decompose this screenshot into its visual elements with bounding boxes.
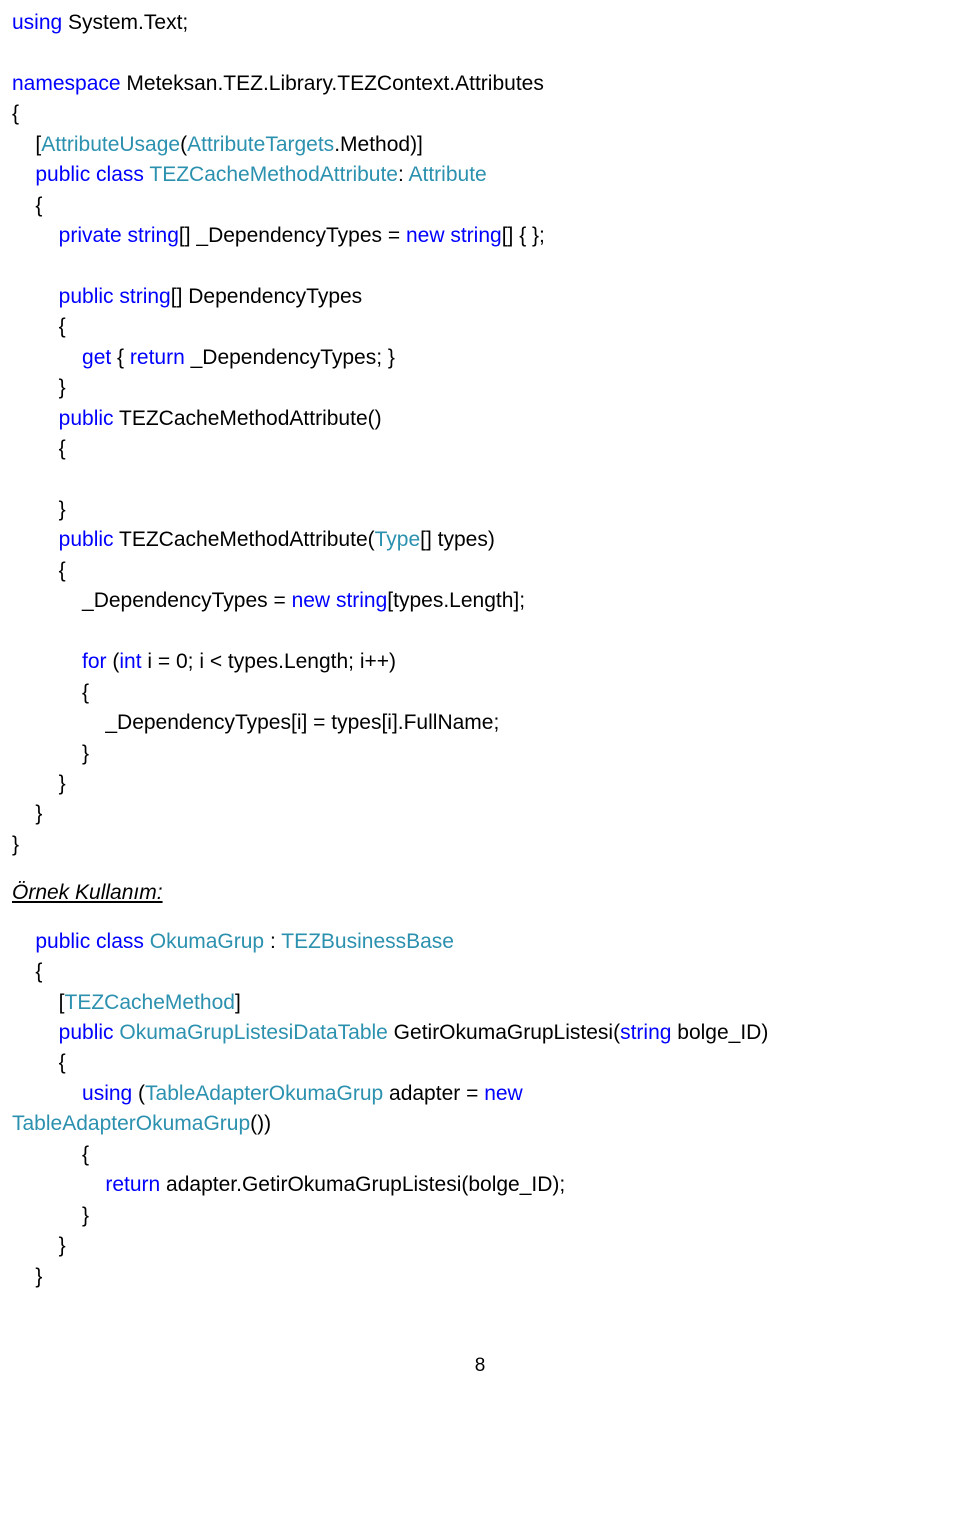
type-attributeusage: AttributeUsage	[41, 133, 180, 156]
text: :	[264, 930, 281, 953]
kw-public: public	[12, 285, 114, 308]
brace: {	[12, 960, 42, 983]
kw-public: public	[12, 528, 114, 551]
brace: }	[12, 772, 66, 795]
brace: }	[12, 1234, 66, 1257]
type-datatable: OkumaGrupListesiDataTable	[114, 1021, 388, 1044]
brace: {	[12, 102, 19, 125]
text: GetirOkumaGrupListesi(	[388, 1021, 620, 1044]
kw-string: string	[122, 224, 179, 247]
kw-return: return	[12, 1173, 160, 1196]
type-type: Type	[375, 528, 421, 551]
type-tableadapter: TableAdapterOkumaGrup	[145, 1082, 383, 1105]
code-block-example: public class OkumaGrup : TEZBusinessBase…	[12, 927, 948, 1292]
kw-public: public	[12, 163, 90, 186]
text: adapter =	[383, 1082, 484, 1105]
kw-namespace: namespace	[12, 72, 121, 95]
text: _DependencyTypes[i] = types[i].FullName;	[12, 711, 499, 734]
brace: }	[12, 498, 66, 521]
kw-public: public	[12, 1021, 114, 1044]
kw-class: class	[90, 930, 144, 953]
page: using System.Text; namespace Meteksan.TE…	[0, 0, 960, 1419]
text: [] DependencyTypes	[171, 285, 362, 308]
type-tezcachemethodattribute: TEZCacheMethodAttribute	[144, 163, 398, 186]
text: {	[111, 346, 130, 369]
brace: {	[12, 194, 42, 217]
kw-return: return	[130, 346, 185, 369]
text: [	[12, 133, 41, 156]
type-attributetargets: AttributeTargets	[187, 133, 334, 156]
kw-string: string	[114, 285, 171, 308]
page-number: 8	[12, 1352, 948, 1380]
brace: {	[12, 681, 89, 704]
text: (	[107, 650, 120, 673]
text: .Method)]	[334, 133, 423, 156]
text: TEZCacheMethodAttribute(	[114, 528, 375, 551]
type-tableadapter: TableAdapterOkumaGrup	[12, 1112, 250, 1135]
text: System.Text;	[62, 11, 188, 34]
text: [types.Length];	[387, 589, 525, 612]
brace: {	[12, 1143, 89, 1166]
kw-public: public	[12, 930, 90, 953]
kw-using: using	[12, 1082, 132, 1105]
brace: }	[12, 742, 89, 765]
kw-public: public	[12, 407, 114, 430]
kw-new: new	[484, 1082, 523, 1105]
brace: {	[12, 437, 66, 460]
text: _DependencyTypes =	[12, 589, 292, 612]
text: [] { };	[502, 224, 545, 247]
kw-using: using	[12, 11, 62, 34]
brace: }	[12, 1204, 89, 1227]
brace: {	[12, 1051, 66, 1074]
brace: {	[12, 315, 66, 338]
text: (	[132, 1082, 145, 1105]
text: [	[12, 991, 65, 1014]
brace: {	[12, 559, 66, 582]
brace: }	[12, 376, 66, 399]
text: TEZCacheMethodAttribute()	[114, 407, 382, 430]
code-block-main: using System.Text; namespace Meteksan.TE…	[12, 8, 948, 860]
kw-new: new	[406, 224, 445, 247]
kw-int: int	[119, 650, 141, 673]
kw-get: get	[12, 346, 111, 369]
kw-private: private	[12, 224, 122, 247]
type-okumagrup: OkumaGrup	[144, 930, 264, 953]
text: _DependencyTypes; }	[185, 346, 395, 369]
text: ]	[235, 991, 241, 1014]
type-attribute: Attribute	[409, 163, 487, 186]
kw-class: class	[90, 163, 144, 186]
kw-string: string	[330, 589, 387, 612]
kw-new: new	[292, 589, 331, 612]
type-tezbusinessbase: TEZBusinessBase	[281, 930, 454, 953]
text: bolge_ID)	[671, 1021, 768, 1044]
text: i = 0; i < types.Length; i++)	[142, 650, 397, 673]
text: [] types)	[420, 528, 495, 551]
brace: }	[12, 833, 19, 856]
text: adapter.GetirOkumaGrupListesi(bolge_ID);	[160, 1173, 565, 1196]
example-heading: Örnek Kullanım:	[12, 878, 948, 908]
kw-for: for	[12, 650, 107, 673]
kw-string: string	[620, 1021, 671, 1044]
brace: }	[12, 802, 42, 825]
text: ())	[250, 1112, 271, 1135]
brace: }	[12, 1265, 42, 1288]
text: :	[398, 163, 409, 186]
kw-string: string	[445, 224, 502, 247]
text: Meteksan.TEZ.Library.TEZContext.Attribut…	[121, 72, 544, 95]
type-tezcachemethod: TEZCacheMethod	[65, 991, 235, 1014]
text: [] _DependencyTypes =	[179, 224, 406, 247]
